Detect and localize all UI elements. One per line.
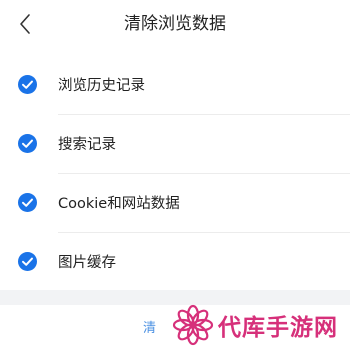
checkmark-icon[interactable] [18, 252, 37, 271]
data-options-list: 浏览历史记录 搜索记录 Cookie和网站数据 图片缓存 [0, 55, 350, 291]
flower-logo-icon [172, 304, 214, 346]
checkmark-icon[interactable] [18, 75, 37, 94]
clear-browsing-data-screen: 清除浏览数据 浏览历史记录 搜索记录 Cookie和网站数据 图片缓存 清 代库… [0, 0, 350, 350]
clear-data-label: 清 [143, 321, 157, 336]
divider [58, 114, 350, 115]
option-cookies-site-data[interactable]: Cookie和网站数据 [0, 173, 350, 232]
divider [58, 232, 350, 233]
option-label: 图片缓存 [58, 255, 116, 271]
checkmark-icon[interactable] [18, 193, 37, 212]
option-label: Cookie和网站数据 [58, 196, 180, 212]
option-browsing-history[interactable]: 浏览历史记录 [0, 55, 350, 114]
option-image-cache[interactable]: 图片缓存 [0, 232, 350, 291]
option-label: 浏览历史记录 [58, 78, 145, 94]
watermark-text: 代库手游网 [218, 315, 338, 341]
checkmark-icon[interactable] [18, 134, 37, 153]
divider [58, 173, 350, 174]
option-search-history[interactable]: 搜索记录 [0, 114, 350, 173]
option-label: 搜索记录 [58, 137, 116, 153]
watermark: 代库手游网 [172, 303, 347, 347]
page-title: 清除浏览数据 [124, 14, 226, 34]
header: 清除浏览数据 [0, 0, 350, 48]
